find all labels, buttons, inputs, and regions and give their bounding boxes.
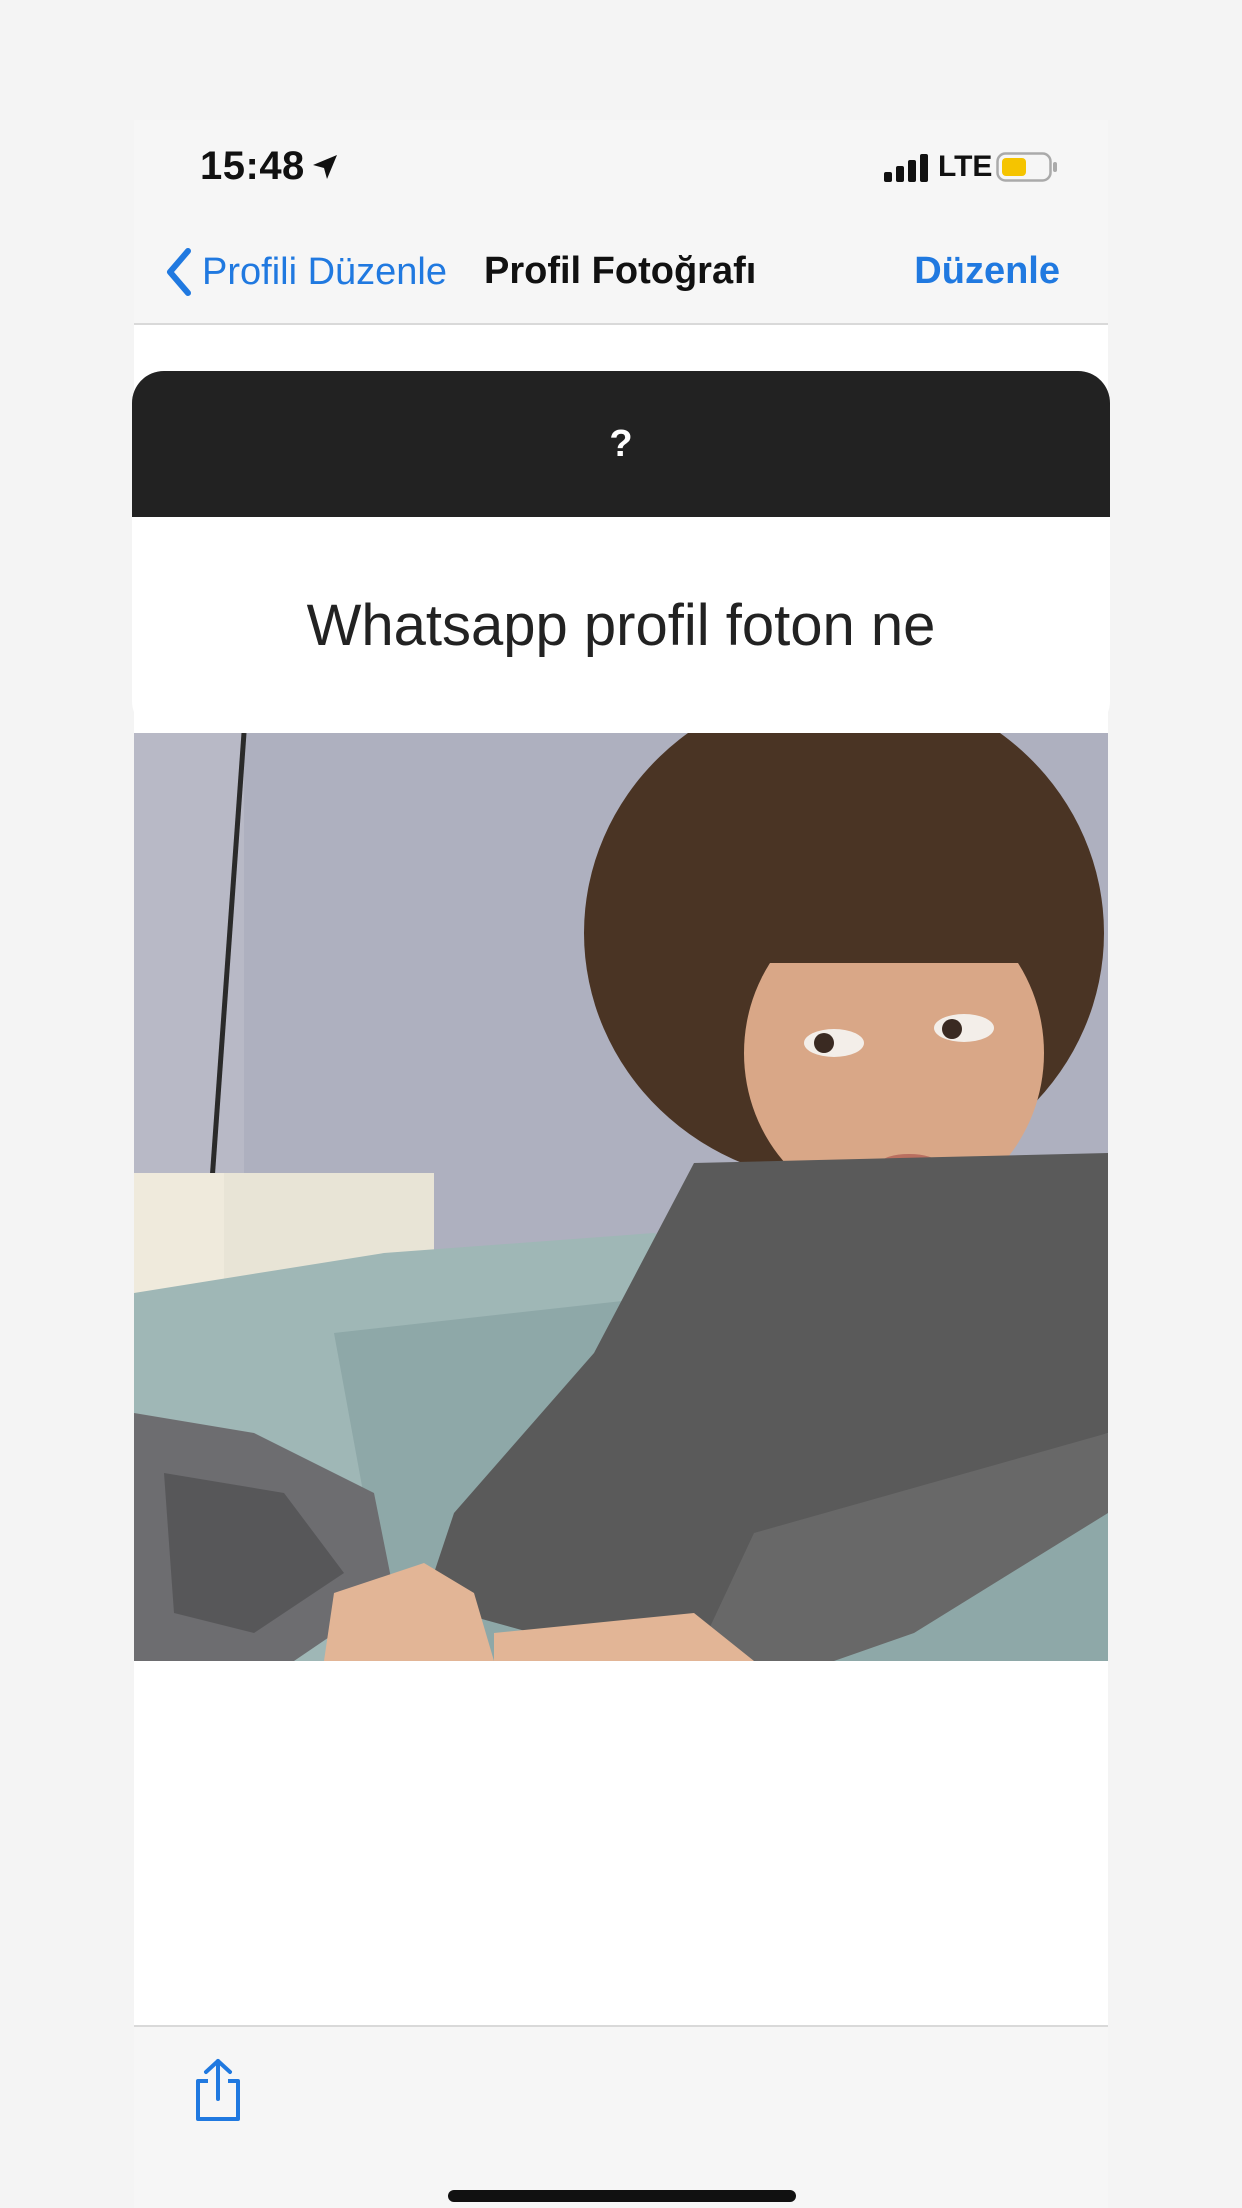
battery-icon (996, 152, 1057, 182)
photo-viewer: ? Whatsapp profil foton ne (132, 325, 1110, 2025)
share-icon[interactable] (190, 2057, 246, 2123)
location-arrow-icon (313, 155, 337, 179)
question-sticker-body: Whatsapp profil foton ne (132, 517, 1110, 733)
profile-photo (134, 733, 1108, 1661)
navigation-bar: Profili Düzenle Profil Fotoğrafı Düzenle (134, 220, 1108, 325)
bottom-toolbar (134, 2025, 1108, 2208)
signal-strength-icon (884, 154, 928, 182)
question-sticker-header: ? (132, 371, 1110, 517)
network-type: LTE (938, 150, 993, 183)
question-mark: ? (609, 422, 633, 465)
question-sticker: ? Whatsapp profil foton ne (132, 371, 1110, 733)
status-bar: 15:48 LTE (134, 120, 1108, 220)
edit-button[interactable]: Düzenle (914, 250, 1060, 293)
home-indicator[interactable] (448, 2190, 796, 2202)
question-text: Whatsapp profil foton ne (306, 592, 936, 658)
page-title: Profil Fotoğrafı (484, 250, 757, 292)
chevron-left-icon (167, 248, 191, 296)
back-button[interactable]: Profili Düzenle (164, 244, 447, 300)
status-time: 15:48 (200, 144, 305, 188)
phone-screen: 15:48 LTE Profili Düzenle Profil Fotoğra… (132, 120, 1110, 2208)
back-label: Profili Düzenle (202, 250, 447, 293)
screen: 15:48 LTE Profili Düzenle Profil Fotoğra… (0, 0, 1242, 2208)
